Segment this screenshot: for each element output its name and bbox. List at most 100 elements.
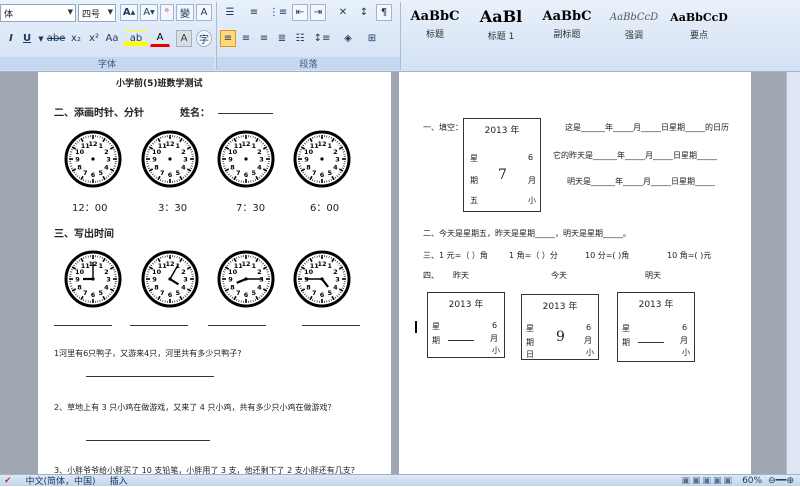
subscript-button[interactable]: x₂ (68, 30, 84, 47)
week-char: 期 (432, 335, 440, 346)
svg-text:9: 9 (228, 276, 233, 284)
page-header: 小学前(5)班数学测试 (116, 76, 203, 89)
grow-font-button[interactable]: A▲ (120, 4, 138, 21)
decrease-indent-icon[interactable]: ⇤ (292, 4, 308, 21)
week-char: 期 (622, 337, 630, 348)
svg-text:1: 1 (98, 262, 103, 270)
font-color-icon[interactable]: A (150, 30, 170, 47)
clock-face: 123456789101112 (141, 130, 199, 188)
insert-mode[interactable]: 插入 (110, 474, 128, 487)
view-buttons-icon[interactable]: ▣▣▣▣▣ (682, 476, 735, 486)
align-center-icon[interactable]: ≡ (238, 30, 254, 47)
strikethrough-button[interactable]: abe (48, 30, 64, 47)
page-left[interactable]: 小学前(5)班数学测试 二、添画时针、分针 姓名： 12345678910111… (38, 72, 391, 474)
bullets-icon[interactable]: ☰ (220, 4, 240, 21)
style-title[interactable]: AaBbC标题 (404, 2, 466, 42)
char-border-icon[interactable]: A (196, 4, 212, 21)
numbering-icon[interactable]: ≡ (244, 4, 264, 21)
answer-blank (208, 325, 266, 326)
answer-blank (86, 440, 210, 441)
svg-text:1: 1 (251, 142, 256, 150)
answer-blank (86, 376, 214, 377)
style-subtitle[interactable]: AaBbC 副标题 (536, 2, 598, 42)
svg-text:5: 5 (175, 289, 180, 297)
language-indicator[interactable]: 中文(简体，中国) (26, 474, 96, 487)
svg-text:7: 7 (160, 169, 165, 177)
style-heading-1[interactable]: AaBl标题 1 (470, 2, 532, 42)
font-size-select[interactable]: 四号 ▼ (78, 4, 116, 22)
line-spacing-icon[interactable]: ↕≡ (312, 30, 332, 47)
svg-text:6: 6 (244, 291, 249, 299)
svg-text:4: 4 (257, 163, 262, 171)
answer-blank (54, 325, 112, 326)
svg-text:7: 7 (236, 289, 241, 297)
zoom-slider-icon[interactable]: ⊖━━⊕ (768, 476, 794, 486)
fill-line-3: 明天是______年_____月_____日星期_____ (567, 176, 715, 187)
calendar-year: 2013 年 (464, 123, 540, 136)
shrink-font-button[interactable]: A▼ (140, 4, 158, 21)
svg-text:5: 5 (251, 169, 256, 177)
ribbon: 体▼ 四号 ▼ A▲ A▼ ᵒ 變 A I U ▼ abe x₂ x² Aa ab… (0, 0, 800, 72)
label-tomorrow: 明天 (645, 270, 661, 281)
svg-text:5: 5 (327, 169, 332, 177)
enclose-char-icon[interactable]: 字 (196, 30, 212, 47)
char-shading-icon[interactable]: A (176, 30, 192, 47)
change-case-button[interactable]: Aa (104, 30, 120, 47)
document-area: 小学前(5)班数学测试 二、添画时针、分针 姓名： 12345678910111… (0, 72, 800, 474)
style-preview: AaBbC (537, 9, 597, 24)
svg-text:8: 8 (154, 163, 159, 171)
svg-text:9: 9 (75, 156, 80, 164)
style-strong[interactable]: AaBbCcD要点 (668, 2, 730, 42)
align-left-icon[interactable]: ≡ (220, 30, 236, 47)
chevron-down-icon[interactable]: ▼ (36, 30, 46, 47)
week-char: 星 (526, 323, 534, 334)
svg-text:5: 5 (327, 289, 332, 297)
font-name-select[interactable]: 体▼ (0, 4, 76, 22)
svg-text:9: 9 (152, 156, 157, 164)
question-4: 四、 (423, 270, 439, 281)
zoom-level[interactable]: 60% (742, 476, 762, 486)
distributed-icon[interactable]: ☷ (292, 30, 308, 47)
svg-text:12: 12 (241, 260, 250, 268)
font-size-value: 四号 (82, 7, 100, 20)
highlight-icon[interactable]: ab (124, 30, 148, 47)
svg-text:7: 7 (312, 289, 317, 297)
increase-indent-icon[interactable]: ⇥ (310, 4, 326, 21)
svg-text:7: 7 (83, 169, 88, 177)
clear-format-icon[interactable]: ᵒ (160, 4, 174, 21)
spellcheck-icon[interactable]: ✔ (4, 476, 12, 486)
svg-text:5: 5 (175, 169, 180, 177)
svg-text:12: 12 (165, 260, 174, 268)
svg-text:8: 8 (230, 283, 235, 291)
page-right[interactable]: 一、填空： 2013 年 星 期 五 6 月 小 7 这是______年____… (399, 72, 751, 474)
vertical-scrollbar[interactable] (786, 72, 800, 474)
label-today: 今天 (551, 270, 567, 281)
shading-icon[interactable]: ◈ (338, 30, 358, 47)
superscript-button[interactable]: x² (86, 30, 102, 47)
svg-text:9: 9 (304, 156, 309, 164)
svg-text:8: 8 (154, 283, 159, 291)
month-char: 月 (584, 335, 592, 346)
calendar-day: 9 (556, 329, 565, 345)
chevron-down-icon: ▼ (108, 8, 113, 16)
calendar-year: 2013 年 (618, 297, 694, 310)
day-blank (448, 333, 474, 341)
sort-icon[interactable]: ↕ (356, 4, 372, 21)
svg-text:4: 4 (333, 283, 338, 291)
show-marks-icon[interactable]: ¶ (376, 4, 392, 21)
question-3: 3、小胖爷爷给小胖买了 10 支铅笔，小胖用了 3 支，他还剩下了 2 支小胖还… (54, 465, 355, 474)
svg-text:7: 7 (83, 289, 88, 297)
borders-icon[interactable]: ⊞ (362, 30, 382, 47)
svg-text:8: 8 (306, 283, 311, 291)
phonetic-guide-icon[interactable]: 變 (176, 4, 194, 21)
multilevel-list-icon[interactable]: ⋮≡ (268, 4, 288, 21)
italic-button[interactable]: I (4, 30, 18, 47)
svg-text:8: 8 (77, 163, 82, 171)
justify-icon[interactable]: ≣ (274, 30, 290, 47)
underline-button[interactable]: U (20, 30, 34, 47)
chinese-layout-icon[interactable]: ✕ (332, 4, 354, 21)
align-right-icon[interactable]: ≡ (256, 30, 272, 47)
style-name: 副标题 (537, 27, 597, 40)
svg-text:6: 6 (91, 291, 96, 299)
paragraph-group-label: 段落 (217, 57, 400, 70)
